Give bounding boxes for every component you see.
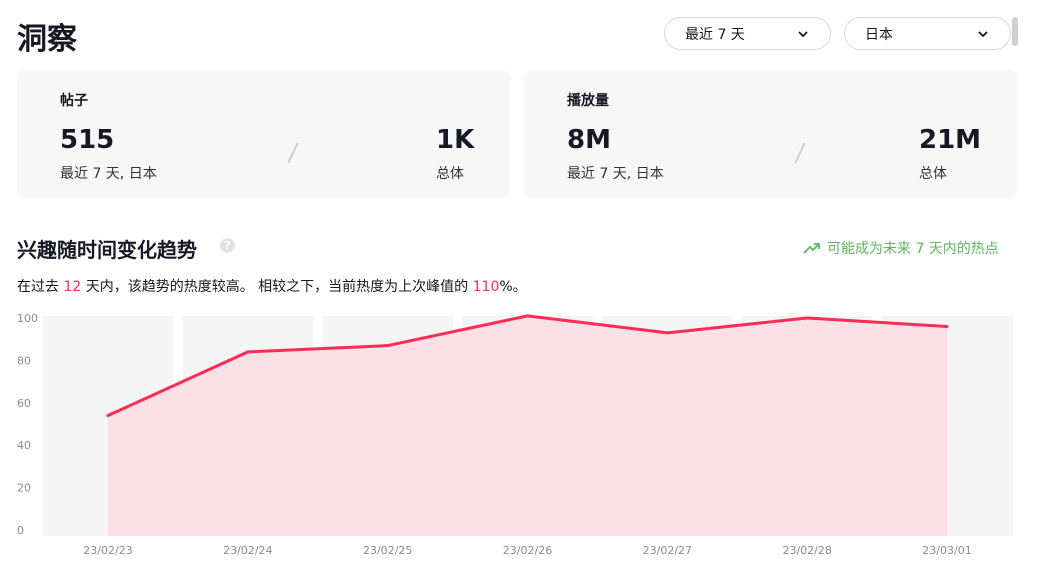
card-title: 播放量: [567, 93, 609, 109]
x-tick-label: 23/02/24: [223, 544, 272, 557]
chevron-down-icon: [798, 30, 808, 37]
period-select[interactable]: 最近 7 天: [664, 17, 831, 50]
region-select-value: 日本: [865, 26, 893, 43]
data-point: [805, 316, 809, 320]
y-tick-label: 40: [17, 439, 31, 452]
trending-up-icon: [803, 243, 820, 254]
recent-label: 最近 7 天, 日本: [567, 166, 664, 182]
data-point: [246, 350, 250, 354]
total-label: 总体: [436, 166, 464, 182]
recent-value: 515: [60, 125, 115, 155]
x-tick-label: 23/02/26: [503, 544, 552, 557]
x-tick-label: 23/03/01: [922, 544, 971, 557]
scrollbar[interactable]: [1012, 17, 1018, 46]
desc-percent: 110: [472, 279, 500, 295]
total-value: 1K: [436, 125, 475, 155]
trend-description: 在过去 12 天内，该趋势的热度较高。 相较之下，当前热度为上次峰值的 110%…: [17, 276, 527, 296]
x-tick-label: 23/02/28: [782, 544, 831, 557]
desc-days: 12: [63, 279, 82, 295]
x-tick-label: 23/02/27: [643, 544, 692, 557]
y-tick-label: 100: [17, 312, 38, 325]
card-title: 帖子: [60, 93, 88, 109]
x-tick-label: 23/02/25: [363, 544, 412, 557]
section-title: 兴趣随时间变化趋势: [17, 238, 197, 262]
y-tick-label: 0: [17, 524, 24, 537]
divider: [287, 142, 299, 164]
page-title: 洞察: [17, 22, 77, 57]
data-point: [526, 314, 529, 318]
desc-suffix: %。: [499, 279, 527, 295]
help-icon[interactable]: ?: [220, 238, 235, 253]
y-tick-label: 60: [17, 397, 31, 410]
x-tick-label: 23/02/23: [83, 544, 132, 557]
period-select-value: 最近 7 天: [685, 26, 745, 43]
chevron-down-icon: [978, 30, 988, 37]
desc-prefix: 在过去: [17, 279, 64, 295]
data-point: [945, 324, 949, 328]
hot-prediction-label: 可能成为未来 7 天内的热点: [827, 241, 999, 257]
region-select[interactable]: 日本: [844, 17, 1011, 50]
data-point: [386, 344, 390, 348]
desc-mid: 天内，该趋势的热度较高。 相较之下，当前热度为上次峰值的: [81, 279, 473, 295]
posts-card: 帖子 515 最近 7 天, 日本 1K 总体: [17, 70, 510, 198]
divider: [794, 142, 806, 164]
data-point: [106, 414, 110, 418]
y-tick-label: 80: [17, 354, 31, 367]
recent-value: 8M: [567, 125, 611, 155]
data-point: [665, 331, 669, 335]
views-card: 播放量 8M 最近 7 天, 日本 21M 总体: [524, 70, 1017, 198]
total-label: 总体: [919, 166, 947, 182]
y-tick-label: 20: [17, 482, 31, 495]
hot-prediction: 可能成为未来 7 天内的热点: [803, 238, 999, 258]
recent-label: 最近 7 天, 日本: [60, 166, 157, 182]
total-value: 21M: [919, 125, 982, 155]
trend-chart: 0 20 40 60 80 100 23/02/23 23/02/24 23/02/25 23/0…: [17, 312, 1013, 557]
